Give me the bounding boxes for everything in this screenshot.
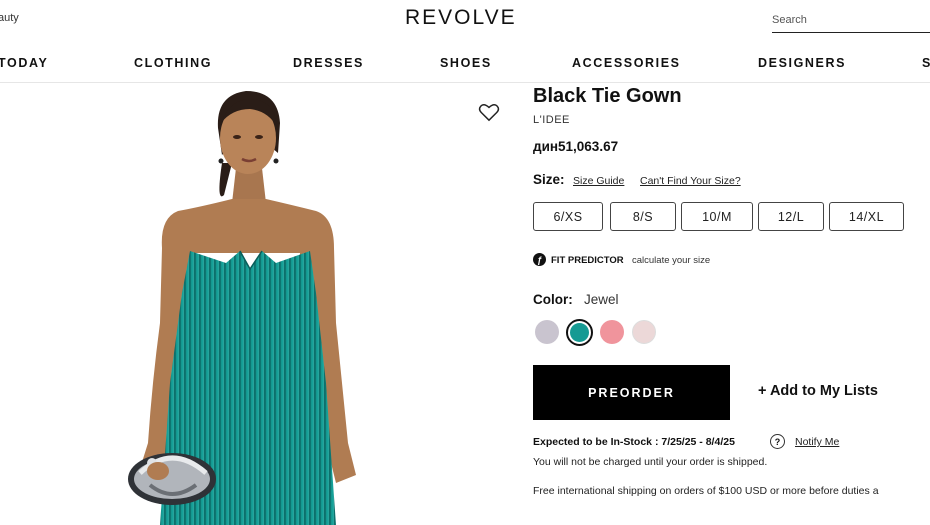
swatch-pink[interactable] — [600, 320, 624, 344]
size-option-12-l[interactable]: 12/L — [758, 202, 824, 231]
product-price: дин51,063.67 — [533, 139, 619, 154]
revolve-logo[interactable]: REVOLVE — [405, 6, 517, 30]
nav-item-clothing[interactable]: CLOTHING — [134, 56, 212, 70]
add-to-lists-button[interactable]: + Add to My Lists — [758, 383, 878, 399]
shipping-note: Free international shipping on orders of… — [533, 485, 879, 497]
nav-item-sale[interactable]: S — [922, 56, 930, 70]
swatch-jewel[interactable] — [566, 319, 593, 346]
search-input[interactable] — [772, 10, 930, 33]
size-option-10-m[interactable]: 10/M — [681, 202, 753, 231]
size-guide-link[interactable]: Size Guide — [573, 175, 624, 187]
size-option-6-xs[interactable]: 6/XS — [533, 202, 603, 231]
size-option-8-s[interactable]: 8/S — [610, 202, 676, 231]
product-image[interactable] — [0, 83, 525, 525]
nav-item-accessories[interactable]: ACCESSORIES — [572, 56, 681, 70]
color-label: Color: — [533, 292, 573, 307]
nav-item-dresses[interactable]: DRESSES — [293, 56, 364, 70]
notify-me-link[interactable]: Notify Me — [795, 436, 839, 448]
expected-stock-text: Expected to be In-Stock : 7/25/25 - 8/4/… — [533, 436, 735, 448]
charge-note: You will not be charged until your order… — [533, 456, 768, 468]
size-option-14-xl[interactable]: 14/XL — [829, 202, 904, 231]
color-value: Jewel — [584, 292, 619, 307]
nav-item-shoes[interactable]: SHOES — [440, 56, 492, 70]
fit-predictor-label[interactable]: FIT PREDICTOR — [551, 255, 624, 266]
cant-find-size-link[interactable]: Can't Find Your Size? — [640, 175, 741, 187]
preorder-button[interactable]: PREORDER — [533, 365, 730, 420]
beauty-link[interactable]: auty — [0, 12, 19, 24]
heart-icon[interactable] — [478, 102, 500, 122]
help-icon[interactable]: ? — [770, 434, 785, 449]
swatch-lavender-grey[interactable] — [535, 320, 559, 344]
fit-predictor-sub[interactable]: calculate your size — [632, 255, 710, 266]
product-title: Black Tie Gown — [533, 85, 682, 107]
nav-item-designers[interactable]: DESIGNERS — [758, 56, 846, 70]
brand-link[interactable]: L'IDEE — [533, 114, 570, 126]
nav-item-today[interactable]: TODAY — [0, 56, 48, 70]
size-label: Size: — [533, 172, 565, 187]
fit-predictor-icon[interactable]: ƒ — [533, 253, 546, 266]
swatch-blush[interactable] — [632, 320, 656, 344]
